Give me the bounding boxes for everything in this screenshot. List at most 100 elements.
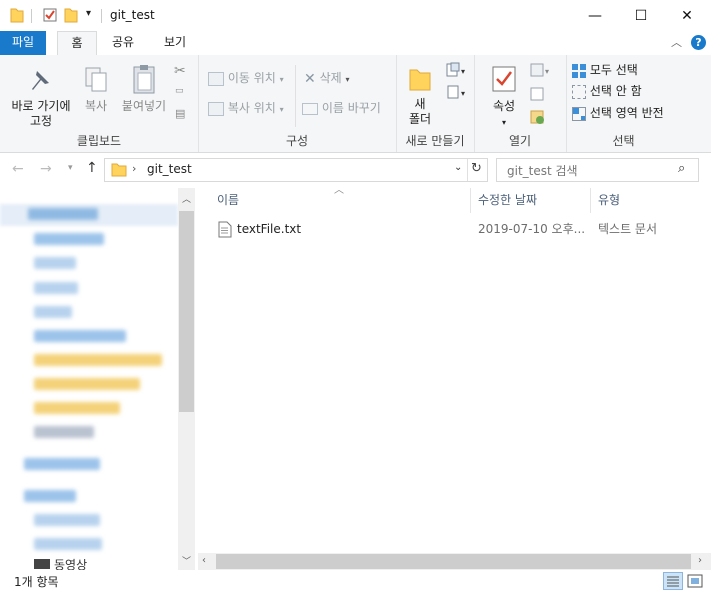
move-to-label: 이동 위치 — [227, 71, 276, 85]
scroll-down-icon[interactable]: ﹀ — [182, 554, 191, 567]
breadcrumb-chevron-icon[interactable]: › — [132, 162, 136, 175]
nav-item-onedrive[interactable] — [24, 458, 100, 470]
details-view-icon[interactable] — [663, 572, 683, 590]
select-all-button[interactable]: 모두 선택 — [572, 60, 638, 80]
tab-file[interactable]: 파일 — [0, 31, 46, 55]
nav-item-quick-access[interactable] — [28, 208, 98, 220]
properties-icon — [492, 66, 516, 92]
cut-icon[interactable]: ✂ — [174, 63, 186, 79]
history-icon[interactable] — [530, 110, 546, 129]
navigation-bar: ← → ▾ ↑ › git_test ⌄ ↻ git_test 검색 ⌕ — [0, 153, 711, 188]
properties-button[interactable]: 속성 ▾ — [486, 65, 522, 130]
address-bar[interactable]: › git_test ⌄ ↻ — [104, 158, 488, 182]
invert-selection-button[interactable]: 선택 영역 반전 — [572, 103, 664, 123]
copy-path-icon[interactable]: ▭ — [175, 86, 184, 96]
select-group-label: 선택 — [612, 134, 635, 148]
help-icon[interactable]: ? — [691, 35, 706, 50]
file-date: 2019-07-10 오후... — [478, 222, 586, 236]
new-folder-button[interactable]: 새 폴더 — [402, 65, 438, 127]
title-bar: ▾ git_test — ☐ ✕ — [0, 0, 711, 31]
refresh-icon[interactable]: ↻ — [471, 161, 482, 176]
delete-label: 삭제 — [319, 71, 342, 85]
maximize-button[interactable]: ☐ — [618, 0, 664, 31]
up-arrow-icon[interactable]: ↑ — [86, 160, 98, 176]
address-dropdown-icon[interactable]: ⌄ — [454, 162, 462, 173]
rename-button[interactable]: 이름 바꾸기 — [302, 98, 381, 118]
ribbon: 바로 가기에 고정 복사 붙여넣기 ✂ ▭ ▤ 클립보드 이동 위치 ▾ 복사 … — [0, 55, 711, 153]
delete-button[interactable]: ✕ 삭제 ▾ — [304, 68, 350, 88]
scroll-right-icon[interactable]: › — [698, 555, 702, 566]
nav-item[interactable] — [34, 354, 162, 366]
tab-view[interactable]: 보기 — [155, 31, 195, 55]
collapse-ribbon-icon[interactable]: ︿ — [671, 34, 682, 50]
open-group-label: 열기 — [508, 134, 532, 148]
organize-group-label: 구성 — [285, 134, 309, 148]
open-group: 속성 ▾ ▾ 열기 — [474, 55, 567, 152]
scrollbar-thumb[interactable] — [216, 554, 691, 569]
select-none-button[interactable]: 선택 안 함 — [572, 81, 642, 101]
properties-label: 속성 — [492, 99, 516, 113]
pin-quick-access-button[interactable]: 바로 가기에 고정 — [6, 67, 76, 129]
column-header-date[interactable]: 수정한 날짜 — [470, 188, 590, 213]
nav-item[interactable] — [34, 306, 72, 318]
forward-arrow-icon[interactable]: → — [40, 161, 52, 177]
copy-to-button[interactable]: 복사 위치 ▾ — [208, 98, 284, 118]
pin-icon — [32, 71, 49, 90]
nav-item[interactable] — [34, 402, 120, 414]
file-row[interactable]: textFile.txt 2019-07-10 오후... 텍스트 문서 — [198, 219, 688, 240]
easy-access-icon[interactable]: ▾ — [446, 84, 468, 103]
rename-label: 이름 바꾸기 — [321, 101, 381, 115]
column-header-name[interactable]: 이름 — [209, 188, 471, 213]
new-folder-quick-icon[interactable] — [64, 7, 78, 23]
new-item-icon[interactable]: ▾ — [446, 62, 468, 81]
tab-share[interactable]: 공유 — [103, 31, 143, 55]
clipboard-group: 바로 가기에 고정 복사 붙여넣기 ✂ ▭ ▤ 클립보드 — [0, 55, 199, 152]
copy-button[interactable]: 복사 — [78, 65, 114, 114]
large-icons-view-icon[interactable] — [687, 574, 703, 591]
nav-scrollbar[interactable]: ︿ ﹀ — [178, 188, 195, 570]
folder-icon — [111, 163, 127, 177]
nav-item[interactable] — [34, 426, 94, 438]
new-group: 새 폴더 ▾ ▾ 새로 만들기 — [396, 55, 475, 152]
select-none-label: 선택 안 함 — [589, 84, 642, 98]
breadcrumb-current[interactable]: git_test — [147, 162, 192, 176]
scroll-up-icon[interactable]: ︿ — [182, 192, 191, 205]
search-input[interactable]: git_test 검색 — [507, 162, 578, 179]
tab-home[interactable]: 홈 — [57, 31, 97, 56]
folder-icon — [10, 8, 24, 23]
properties-quick-icon[interactable] — [42, 7, 58, 23]
item-count: 1개 항목 — [14, 575, 59, 589]
paste-button[interactable]: 붙여넣기 — [118, 63, 170, 114]
move-to-button[interactable]: 이동 위치 ▾ — [208, 68, 284, 88]
text-file-icon — [218, 221, 232, 238]
nav-item[interactable] — [34, 330, 126, 342]
separator — [31, 9, 32, 23]
nav-item[interactable] — [34, 257, 76, 269]
nav-item[interactable] — [34, 378, 140, 390]
close-button[interactable]: ✕ — [664, 0, 710, 31]
nav-item[interactable] — [34, 514, 100, 526]
minimize-button[interactable]: — — [572, 0, 618, 31]
search-icon[interactable]: ⌕ — [678, 161, 685, 176]
recent-locations-icon[interactable]: ▾ — [68, 163, 73, 173]
nav-item[interactable] — [34, 538, 102, 550]
new-folder-label-line1: 새 — [414, 97, 426, 111]
back-arrow-icon[interactable]: ← — [12, 161, 24, 177]
scrollbar-thumb[interactable] — [179, 211, 194, 412]
quick-access-dropdown-icon[interactable]: ▾ — [86, 8, 91, 19]
copy-to-icon — [208, 101, 224, 116]
open-icon[interactable]: ▾ — [530, 62, 552, 81]
column-header-type[interactable]: 유형 — [590, 188, 700, 213]
nav-item[interactable] — [34, 282, 78, 294]
edit-icon[interactable] — [530, 86, 546, 105]
new-folder-label-line2: 폴더 — [408, 112, 432, 126]
search-box[interactable]: git_test 검색 ⌕ — [496, 158, 699, 182]
nav-item-this-pc[interactable] — [24, 490, 76, 502]
copy-label: 복사 — [84, 99, 108, 113]
nav-item-videos[interactable]: 동영상 — [54, 556, 87, 570]
nav-item[interactable] — [34, 233, 104, 245]
horizontal-scrollbar[interactable]: ‹ › — [198, 553, 711, 570]
paste-shortcut-icon[interactable]: ▤ — [175, 107, 185, 120]
svg-text:▾: ▾ — [461, 67, 465, 76]
scroll-left-icon[interactable]: ‹ — [202, 555, 206, 566]
